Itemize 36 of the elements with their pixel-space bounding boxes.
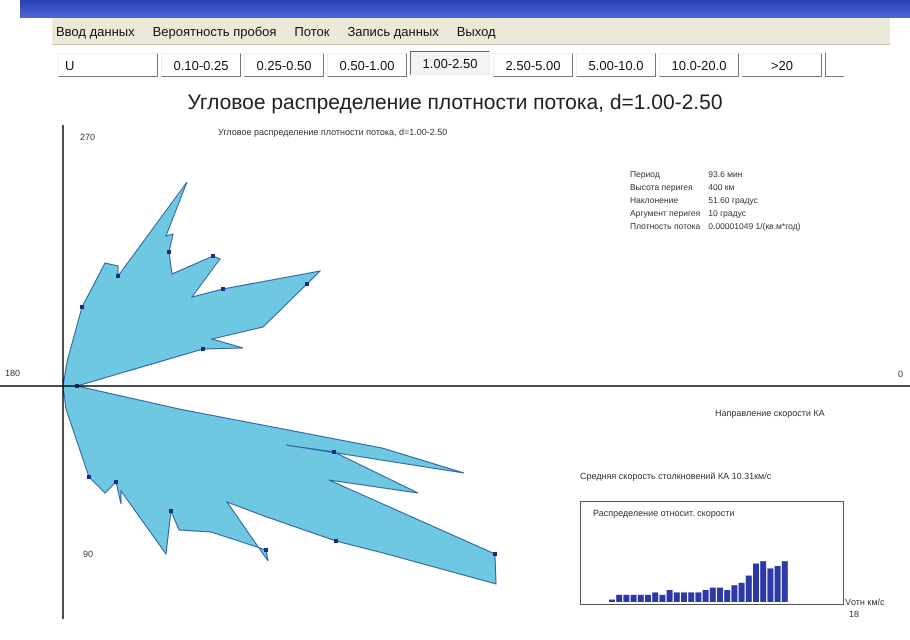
parameter-name: Период [630,169,661,179]
size-tab[interactable]: U [58,53,158,77]
menu-item[interactable]: Запись данных [347,24,439,38]
size-tab[interactable]: 0.10-0.25 [161,53,241,77]
plot-title: Угловое распределение плотности потока, d=1.00-2.50 [218,127,448,137]
angle-label: 90 [83,549,94,559]
parameter-value: 10 градус [708,208,748,218]
chart-heading: Угловое распределение плотности потока, d=1.00-2.50 [186,91,724,115]
parameter-value: 93.6 мин [708,169,744,179]
parameter-name: Наклонение [630,195,680,205]
size-tab[interactable]: 2.50-5.00 [493,53,573,77]
size-tab[interactable]: 0.50-1.00 [327,53,407,77]
parameter-name: Высота перигея [630,182,694,192]
axis-caption: Направление скорости КА [715,408,825,418]
menu-item[interactable]: Ввод данных [56,24,135,38]
parameter-value: 400 км [708,182,736,192]
angle-label: 180 [5,368,20,378]
size-tab[interactable]: 1.00-2.50 [410,51,490,75]
size-tab[interactable]: >20 [742,53,822,77]
histogram-title: Распределение относит. скорости [593,508,734,518]
menu-item[interactable]: Вероятность пробоя [152,24,276,38]
menu-item[interactable]: Выход [456,24,496,38]
mean-speed-text: Средняя скорость столкновений КА 10.31км/с [580,471,772,481]
parameter-value: 0.00001049 1/(кв.м*год) [708,221,800,231]
parameter-value: 51.60 градус [708,195,759,205]
angle-label: 0 [898,369,904,379]
size-tab[interactable]: 5.00-10.0 [576,53,656,77]
angle-label: 270 [80,132,96,142]
parameter-name: Плотность потока [630,221,700,231]
parameter-name: Аргумент перигея [630,208,700,218]
axis-label: Vотн км/с [845,597,885,607]
menu-item[interactable]: Поток [294,24,330,38]
size-tab[interactable]: 10.0-20.0 [659,53,739,77]
size-tab[interactable]: 0.25-0.50 [244,53,324,77]
tab-strip-edge [825,53,844,77]
tick-label: 18 [849,609,860,619]
